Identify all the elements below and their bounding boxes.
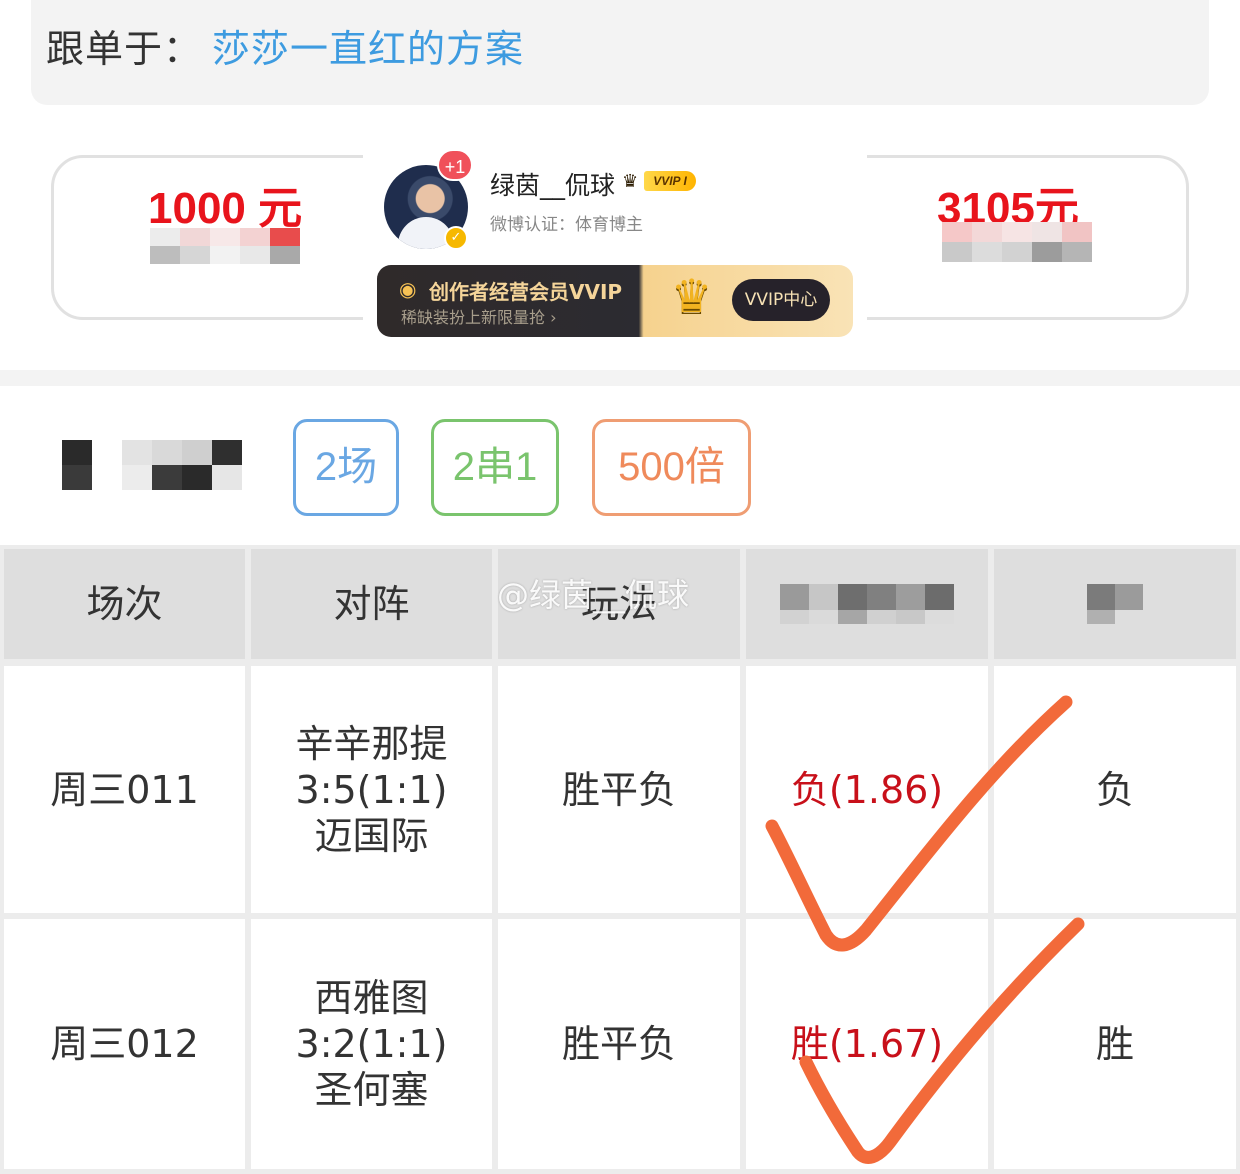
vvip-banner-title: 创作者经营会员VVIP [429,280,623,304]
header-teams: 对阵 [251,549,492,659]
vvip-center-button[interactable]: VVIP中心 [732,279,830,321]
row2-score: 3:2(1:1) [295,1022,448,1066]
follow-banner [31,0,1209,105]
watermark: @绿茵__侃球 [497,576,690,614]
vvip-level: VVIP I [644,171,696,191]
row2-play-type: 胜平负 [498,919,740,1169]
stake-label-blurred [150,228,300,264]
vvip-banner-subtitle: 稀缺装扮上新限量抢 › [401,308,557,327]
header-pick-blurred [746,549,988,659]
row2-teams: 西雅图 3:2(1:1) 圣何塞 [251,919,492,1169]
certification-text: 微博认证：体育博主 [490,215,643,235]
row2-match-no: 周三012 [4,919,245,1169]
row1-home-team: 辛辛那提 [295,721,448,766]
row1-away-team: 迈国际 [314,813,429,858]
section-divider [0,370,1240,386]
header-match-no: 场次 [4,549,245,659]
weibo-icon: ◉ [399,277,417,301]
notification-badge: +1 [437,149,473,181]
payout-label-blurred [942,222,1092,262]
row1-teams: 辛辛那提 3:5(1:1) 迈国际 [251,666,492,913]
games-count-tag: 2场 [293,419,399,516]
row1-match-no: 周三011 [4,666,245,913]
vvip-banner[interactable]: ◉ 创作者经营会员VVIP 稀缺装扮上新限量抢 › ♛ VVIP中心 [377,265,853,337]
row1-result: 负 [994,666,1236,913]
stake-amount: 1000 元 [148,184,303,233]
row1-pick: 负(1.86) [746,666,988,913]
header-result-blurred [994,549,1236,659]
blurred-label [62,440,242,490]
plan-link[interactable]: 莎莎一直红的方案 [212,18,524,73]
verified-icon: ✓ [444,226,468,250]
row2-home-team: 西雅图 [314,976,429,1020]
row2-away-team: 圣何塞 [314,1068,429,1112]
row1-play-type: 胜平负 [498,666,740,913]
row1-score: 3:5(1:1) [295,767,448,812]
username[interactable]: 绿茵__侃球 [490,166,615,202]
row2-result: 胜 [994,919,1236,1169]
follow-label: 跟单于： [46,27,203,71]
combo-type-tag: 2串1 [431,419,559,516]
row2-pick: 胜(1.67) [746,919,988,1169]
multiplier-tag: 500倍 [592,419,751,516]
crown-icon: ♛ [671,269,713,323]
crown-icon: ♛ [622,171,639,192]
vvip-badge: ♛ VVIP I [622,169,698,193]
